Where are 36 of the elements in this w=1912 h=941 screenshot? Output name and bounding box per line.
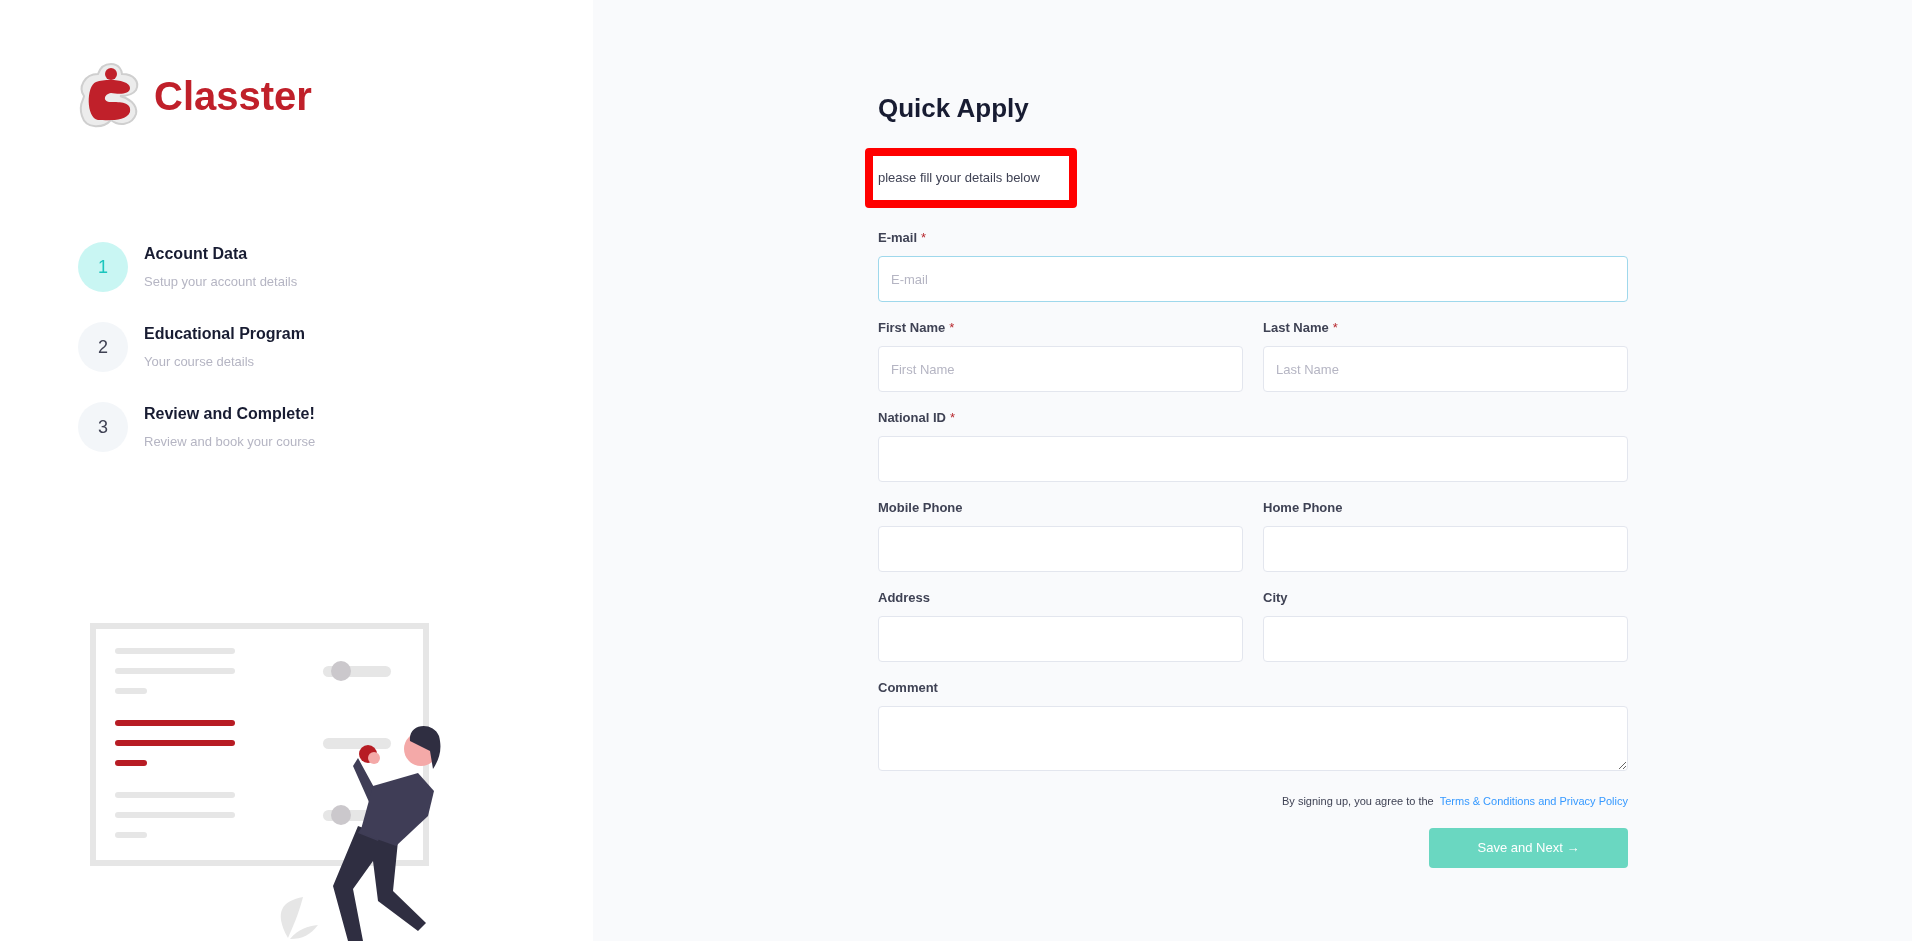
input-field[interactable] [878, 616, 1243, 662]
field-label: City [1263, 589, 1288, 607]
input-field[interactable]: First Name [878, 346, 1243, 392]
step-number: 1 [78, 242, 128, 292]
required-mark: * [949, 409, 955, 427]
field-label: E-mail [878, 229, 917, 247]
field-label: Last Name [1263, 319, 1329, 337]
terms-text: By signing up, you agree to the [1282, 794, 1434, 809]
step-title: Review and Complete! [144, 404, 316, 425]
logo-text: Classter [154, 76, 312, 116]
input-field[interactable]: E-mail [878, 256, 1628, 302]
input-field[interactable] [1263, 526, 1628, 572]
input-field[interactable] [1263, 616, 1628, 662]
step-number: 3 [78, 402, 128, 452]
comment-field[interactable] [878, 706, 1628, 771]
terms-link[interactable]: Terms & Conditions and Privacy Policy [1439, 793, 1628, 810]
field-label: Address [878, 589, 931, 607]
required-mark: * [1332, 319, 1338, 337]
input-field[interactable] [878, 436, 1628, 482]
input-field[interactable]: Last Name [1263, 346, 1628, 392]
required-mark: * [921, 229, 927, 247]
step-title: Account Data [144, 244, 249, 265]
input-field[interactable] [878, 526, 1243, 572]
step-number: 2 [78, 322, 128, 372]
form-title: Quick Apply [878, 92, 1030, 125]
field-label: National ID [878, 409, 946, 427]
field-label: Comment [878, 679, 938, 697]
required-mark: * [949, 319, 955, 337]
field-label: Home Phone [1263, 499, 1343, 517]
step-subtitle: Setup your account details [144, 273, 298, 292]
step-title: Educational Program [144, 324, 305, 345]
form-note: please fill your details below [878, 169, 1040, 188]
step-subtitle: Review and book your course [144, 433, 316, 452]
field-label: Mobile Phone [878, 499, 963, 517]
step-subtitle: Your course details [144, 353, 256, 372]
field-label: First Name [878, 319, 946, 337]
